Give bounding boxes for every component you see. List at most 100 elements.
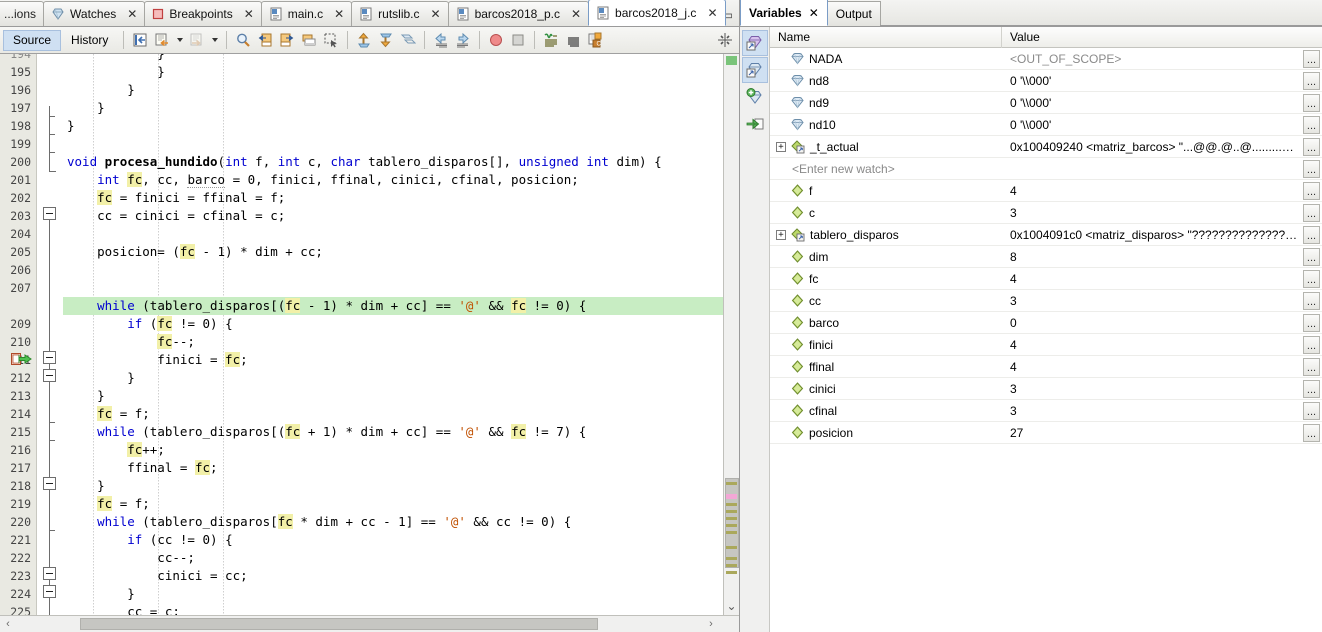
variable-value-cell[interactable]: 3 — [1002, 294, 1322, 308]
variable-value-cell[interactable]: 0 '\\000' — [1002, 96, 1322, 110]
expand-node-icon[interactable]: + — [776, 229, 786, 240]
forward-dropdown-icon[interactable] — [208, 30, 221, 51]
show-variables-icon[interactable] — [742, 57, 768, 83]
code-line[interactable]: fc--; — [63, 333, 723, 351]
code-line[interactable]: void procesa_hundido(int f, int c, char … — [63, 153, 723, 171]
variable-row[interactable]: finici 4... — [770, 334, 1322, 356]
next-bookmark-icon[interactable] — [276, 30, 298, 51]
value-editor-button[interactable]: ... — [1303, 402, 1320, 420]
variable-row[interactable]: + _t_actual 0x100409240 <matriz_barcos> ".… — [770, 136, 1322, 158]
variable-name-cell[interactable]: nd9 — [770, 95, 1002, 110]
variable-name-cell[interactable]: + tablero_disparos — [770, 227, 1002, 242]
annotation-mark[interactable] — [726, 482, 737, 485]
value-editor-button[interactable]: ... — [1303, 116, 1320, 134]
fold-toggle-while-208[interactable] — [43, 351, 56, 364]
code-line[interactable]: finici = fc; — [63, 351, 723, 369]
variable-value-cell[interactable]: 0 — [1002, 316, 1322, 330]
variable-name-cell[interactable]: cfinal — [770, 403, 1002, 418]
variable-name-cell[interactable]: + _t_actual — [770, 139, 1002, 154]
variables-row-list[interactable]: NADA <OUT_OF_SCOPE>... nd8 0 '\\000'... nd9 0… — [770, 48, 1322, 632]
tab-watches[interactable]: Watches ✕ — [43, 1, 146, 26]
value-editor-button[interactable]: ... — [1303, 336, 1320, 354]
code-line[interactable]: cc = c; — [63, 603, 723, 615]
value-editor-button[interactable]: ... — [1303, 292, 1320, 310]
fold-toggle-if-221[interactable] — [43, 585, 56, 598]
variable-name-cell[interactable]: ffinal — [770, 359, 1002, 374]
annotation-mark[interactable] — [726, 517, 737, 520]
code-line[interactable] — [63, 135, 723, 153]
value-editor-button[interactable]: ... — [1303, 226, 1320, 244]
variable-name-cell[interactable]: posicion — [770, 425, 1002, 440]
value-editor-button[interactable]: ... — [1303, 94, 1320, 112]
variable-name-cell[interactable]: <Enter new watch> — [770, 162, 1002, 176]
line-number-gutter[interactable]: 194 195 196 197 198 199 200 201 202 203 204 205 206 2… — [0, 54, 37, 615]
code-line[interactable]: fc++; — [63, 441, 723, 459]
code-lines[interactable]: } } } }} void procesa_hundido(int f, int … — [63, 54, 723, 615]
code-line[interactable] — [63, 279, 723, 297]
variable-row[interactable]: fc 4... — [770, 268, 1322, 290]
value-editor-button[interactable]: ... — [1303, 182, 1320, 200]
create-new-watch-icon[interactable] — [742, 84, 768, 110]
variable-name-cell[interactable]: fc — [770, 271, 1002, 286]
fold-toggle-function[interactable] — [43, 207, 56, 220]
value-editor-button[interactable]: ... — [1303, 138, 1320, 156]
toggle-split-view-icon[interactable] — [714, 30, 736, 51]
code-line[interactable]: while (tablero_disparos[fc * dim + cc - … — [63, 513, 723, 531]
code-line[interactable]: fc = f; — [63, 495, 723, 513]
show-watches-icon[interactable] — [742, 30, 768, 56]
code-line[interactable]: cc = cinici = cfinal = c; — [63, 207, 723, 225]
variable-row[interactable]: posicion 27... — [770, 422, 1322, 444]
variable-value-cell[interactable]: 3 — [1002, 382, 1322, 396]
code-line[interactable] — [63, 261, 723, 279]
last-edit-position-icon[interactable] — [129, 30, 151, 51]
annotation-mark[interactable] — [726, 531, 737, 534]
tab-options[interactable]: ...ions — [0, 1, 45, 26]
shift-line-up-icon[interactable] — [353, 30, 375, 51]
scrollbar-thumb[interactable] — [725, 478, 739, 568]
tab-close-button[interactable]: ✕ — [707, 7, 717, 19]
variable-row[interactable]: <Enter new watch>... — [770, 158, 1322, 180]
code-line[interactable]: posicion= (fc - 1) * dim + cc; — [63, 243, 723, 261]
find-selection-icon[interactable] — [232, 30, 254, 51]
variable-value-cell[interactable]: <OUT_OF_SCOPE> — [1002, 52, 1322, 66]
tab-variables[interactable]: Variables ✕ — [740, 0, 828, 26]
value-editor-button[interactable]: ... — [1303, 248, 1320, 266]
annotation-mark[interactable] — [726, 524, 737, 527]
tab-close-button[interactable]: ✕ — [127, 8, 137, 20]
code-line[interactable]: } — [63, 477, 723, 495]
tab-close-button[interactable]: ✕ — [571, 8, 581, 20]
fold-toggle-while-220[interactable] — [43, 567, 56, 580]
variable-row[interactable]: NADA <OUT_OF_SCOPE>... — [770, 48, 1322, 70]
variable-value-cell[interactable]: 27 — [1002, 426, 1322, 440]
code-line[interactable]: } — [63, 117, 723, 135]
back-dropdown-icon[interactable] — [173, 30, 186, 51]
variable-value-cell[interactable]: 0 '\\000' — [1002, 118, 1322, 132]
evaluate-expression-icon[interactable] — [742, 111, 768, 137]
variable-name-cell[interactable]: c — [770, 205, 1002, 220]
forward-navigation-icon[interactable] — [186, 30, 208, 51]
tab-rutslib-c[interactable]: rutslib.c ✕ — [351, 1, 449, 26]
toggle-highlight-icon[interactable] — [540, 30, 562, 51]
code-line[interactable]: fc = f; — [63, 405, 723, 423]
shift-line-left-icon[interactable] — [430, 30, 452, 51]
value-editor-button[interactable]: ... — [1303, 270, 1320, 288]
variable-name-cell[interactable]: cc — [770, 293, 1002, 308]
annotation-mark[interactable] — [726, 564, 737, 567]
code-line[interactable]: int fc, cc, barco = 0, finici, ffinal, c… — [63, 171, 723, 189]
variable-name-cell[interactable]: cinici — [770, 381, 1002, 396]
column-header-name[interactable]: Name — [770, 27, 1002, 48]
variable-row[interactable]: barco 0... — [770, 312, 1322, 334]
variable-value-cell[interactable]: 4 — [1002, 338, 1322, 352]
fold-toggle-while-215[interactable] — [43, 477, 56, 490]
variable-value-cell[interactable]: 4 — [1002, 272, 1322, 286]
value-editor-button[interactable]: ... — [1303, 72, 1320, 90]
variable-row[interactable]: nd10 0 '\\000'... — [770, 114, 1322, 136]
history-view-button[interactable]: History — [61, 30, 118, 51]
variable-value-cell[interactable]: 0 '\\000' — [1002, 74, 1322, 88]
code-line[interactable]: cc--; — [63, 549, 723, 567]
variable-name-cell[interactable]: dim — [770, 249, 1002, 264]
code-line[interactable]: } — [63, 54, 723, 63]
scroll-left-button[interactable]: ‹ — [0, 618, 16, 630]
code-line[interactable]: if (fc != 0) { — [63, 315, 723, 333]
code-line[interactable]: if (cc != 0) { — [63, 531, 723, 549]
